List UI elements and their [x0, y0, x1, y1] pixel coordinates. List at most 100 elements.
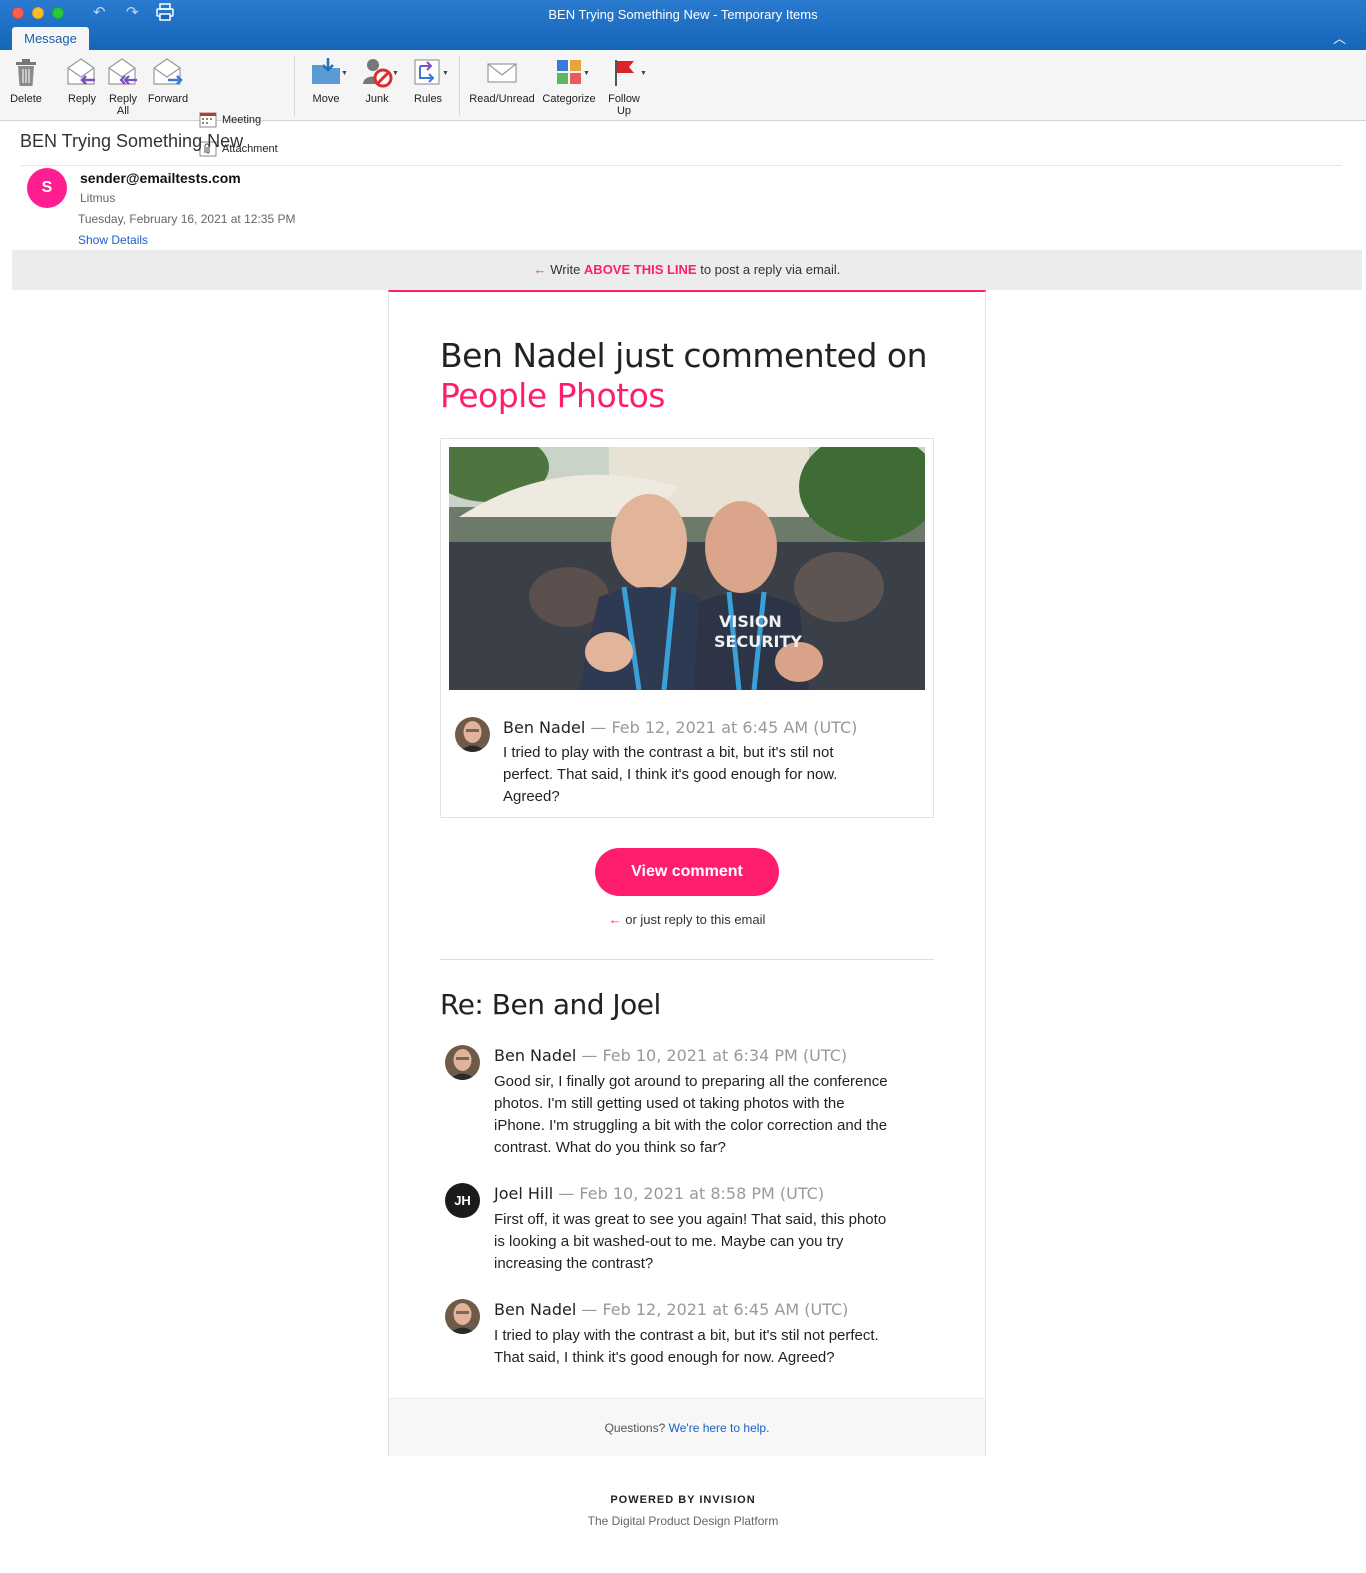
- show-details-link[interactable]: Show Details: [78, 233, 148, 247]
- banner-prefix: Write: [546, 262, 584, 277]
- joel-hill-avatar: JH: [445, 1183, 480, 1218]
- forward-label: Forward: [147, 93, 189, 105]
- reply-note-text: or just reply to this email: [621, 912, 766, 927]
- comment-author: Ben Nadel: [494, 1046, 577, 1065]
- banner-suffix: to post a reply via email.: [696, 262, 841, 277]
- ben-nadel-avatar: [445, 1299, 480, 1334]
- featured-comment-box: VISION SECURITY Ben Nadel — Feb 12, 2021…: [440, 438, 934, 818]
- view-comment-button[interactable]: View comment: [595, 848, 779, 896]
- comment-line: iPhone. I'm struggling a bit with the co…: [494, 1117, 888, 1134]
- comment-line: Good sir, I finally got around to prepar…: [494, 1073, 888, 1090]
- headline-text: Ben Nadel just commented on: [440, 336, 928, 375]
- reply-icon: [67, 58, 95, 85]
- ribbon-separator: [294, 56, 295, 116]
- sender-address[interactable]: sender@emailtests.com: [80, 170, 241, 186]
- forward-icon: [153, 58, 183, 85]
- thread-comment-meta: Ben Nadel — Feb 12, 2021 at 6:45 AM (UTC…: [494, 1300, 848, 1319]
- header-divider: [20, 165, 1342, 166]
- junk-icon: [363, 59, 393, 88]
- thread-title: Re: Ben and Joel: [440, 988, 661, 1021]
- follow-up-label-2: Up: [616, 105, 632, 117]
- reply-button[interactable]: Reply: [62, 56, 102, 105]
- thread-comment-body: Good sir, I finally got around to prepar…: [494, 1071, 888, 1159]
- comment-line: I tried to play with the contrast a bit,…: [494, 1327, 879, 1344]
- comment-timestamp: — Feb 12, 2021 at 6:45 AM (UTC): [585, 718, 858, 737]
- rules-icon: [414, 59, 440, 85]
- read-unread-label: Read/Unread: [469, 93, 535, 105]
- sender-name: Litmus: [80, 191, 116, 205]
- comment-line: Agreed?: [503, 788, 560, 805]
- categorize-button[interactable]: Categorize: [540, 56, 598, 105]
- svg-text:SECURITY: SECURITY: [714, 632, 802, 651]
- footer-prefix: Questions?: [604, 1421, 669, 1435]
- meeting-button[interactable]: Meeting: [199, 112, 261, 128]
- card-footer: Questions? We're here to help.: [389, 1398, 985, 1456]
- comment-line: increasing the contrast?: [494, 1255, 654, 1272]
- thread-comment-meta: Joel Hill — Feb 10, 2021 at 8:58 PM (UTC…: [494, 1184, 824, 1203]
- follow-up-label-1: Follow: [608, 93, 640, 105]
- comment-line: contrast. What do you think so far?: [494, 1139, 726, 1156]
- read-unread-button[interactable]: Read/Unread: [468, 56, 536, 105]
- comment-line: is looking a bit washed-out to me. Maybe…: [494, 1233, 844, 1250]
- comment-timestamp: — Feb 10, 2021 at 6:34 PM (UTC): [576, 1046, 848, 1065]
- powered-by: POWERED BY INVISION: [610, 1494, 756, 1506]
- junk-label: Junk: [365, 93, 389, 105]
- comment-line: First off, it was great to see you again…: [494, 1211, 887, 1228]
- categorize-dropdown-icon[interactable]: ▼: [583, 70, 590, 77]
- section-divider: [440, 959, 934, 960]
- help-link[interactable]: We're here to help.: [669, 1421, 770, 1435]
- sender-avatar: S: [27, 168, 67, 208]
- thread-comment-body: I tried to play with the contrast a bit,…: [494, 1325, 879, 1369]
- thread-comment-meta: Ben Nadel — Feb 10, 2021 at 6:34 PM (UTC…: [494, 1046, 847, 1065]
- calendar-icon: [199, 112, 217, 128]
- left-arrow-icon: ←: [533, 262, 547, 277]
- email-headline: Ben Nadel just commented on People Photo…: [440, 336, 940, 416]
- delete-button[interactable]: Delete: [8, 56, 44, 105]
- comment-line: I tried to play with the contrast a bit,…: [503, 744, 834, 761]
- flag-icon: [615, 60, 634, 86]
- reply-note: ← or just reply to this email: [389, 912, 985, 927]
- junk-button[interactable]: Junk: [358, 56, 396, 105]
- comment-author: Joel Hill: [494, 1184, 554, 1203]
- rules-label: Rules: [413, 93, 443, 105]
- forward-button[interactable]: Forward: [145, 56, 191, 105]
- folder-move-icon: [312, 58, 340, 84]
- follow-up-button[interactable]: Follow Up: [604, 56, 644, 117]
- reply-all-label-1: Reply: [108, 93, 138, 105]
- move-dropdown-icon[interactable]: ▼: [341, 70, 348, 77]
- ben-nadel-avatar: [445, 1045, 480, 1080]
- window-title: BEN Trying Something New - Temporary Ite…: [548, 7, 818, 22]
- delete-label: Delete: [10, 93, 42, 105]
- trash-icon: [16, 59, 36, 86]
- comment-timestamp: — Feb 10, 2021 at 8:58 PM (UTC): [553, 1184, 825, 1203]
- message-subject: BEN Trying Something New: [20, 131, 244, 151]
- ribbon-toolbar: Delete Reply Reply All Forward Meeting A…: [0, 50, 1366, 157]
- thread-comment-body: First off, it was great to see you again…: [494, 1209, 886, 1275]
- comment-line: That said, I think it's good enough for …: [494, 1349, 835, 1366]
- comment-timestamp: — Feb 12, 2021 at 6:45 AM (UTC): [576, 1300, 849, 1319]
- reply-label: Reply: [67, 93, 97, 105]
- message-date: Tuesday, February 16, 2021 at 12:35 PM: [78, 212, 296, 226]
- email-card: Ben Nadel just commented on People Photo…: [388, 290, 986, 1456]
- title-bar: ↶ ↷ BEN Trying Something New - Temporary…: [0, 0, 1366, 50]
- comment-line: photos. I'm still getting used ot taking…: [494, 1095, 845, 1112]
- rules-button[interactable]: Rules: [409, 56, 447, 105]
- reply-line-banner: ← Write ABOVE THIS LINE to post a reply …: [12, 250, 1362, 290]
- reply-all-icon: [108, 58, 137, 85]
- move-button[interactable]: Move: [306, 56, 346, 105]
- conference-photo[interactable]: VISION SECURITY: [449, 447, 925, 690]
- reply-all-button[interactable]: Reply All: [104, 56, 142, 117]
- tab-message[interactable]: Message: [12, 27, 89, 50]
- follow-up-dropdown-icon[interactable]: ▼: [640, 70, 647, 77]
- collapse-ribbon-icon[interactable]: ︿: [1333, 28, 1346, 47]
- ribbon-separator: [459, 56, 460, 116]
- rules-dropdown-icon[interactable]: ▼: [442, 70, 449, 77]
- tagline: The Digital Product Design Platform: [587, 1514, 779, 1528]
- people-photos-link[interactable]: People Photos: [440, 376, 940, 416]
- junk-dropdown-icon[interactable]: ▼: [392, 70, 399, 77]
- featured-comment-body: I tried to play with the contrast a bit,…: [503, 742, 837, 808]
- featured-comment-meta: Ben Nadel — Feb 12, 2021 at 6:45 AM (UTC…: [503, 718, 857, 737]
- categorize-icon: [557, 60, 581, 84]
- reply-all-label-2: All: [116, 105, 130, 117]
- left-arrow-icon: ←: [608, 912, 622, 927]
